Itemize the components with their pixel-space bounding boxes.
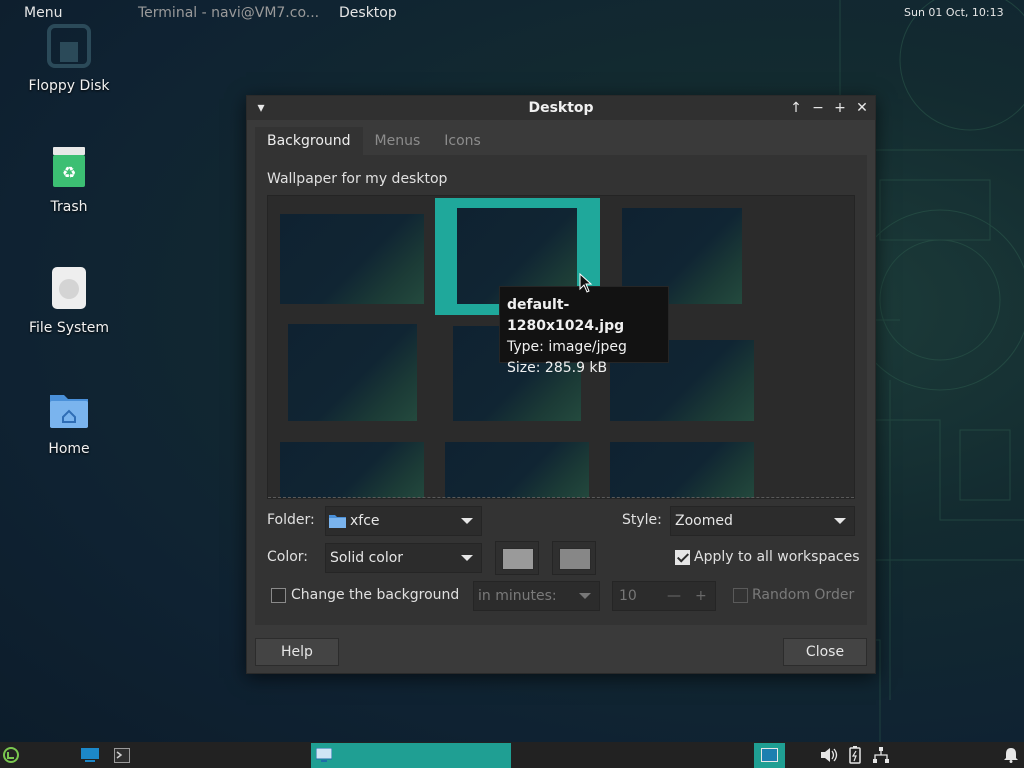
notification-bell-icon[interactable]: [1004, 747, 1018, 763]
chevron-down-icon: [834, 518, 846, 524]
terminal-icon: [114, 748, 130, 763]
help-button[interactable]: Help: [255, 638, 339, 666]
minimize-icon[interactable]: −: [808, 98, 828, 118]
interval-unit-value: in minutes:: [478, 588, 557, 604]
taskbar-item-desktop-active[interactable]: [311, 743, 511, 768]
network-icon[interactable]: [873, 747, 889, 763]
svg-text:♻: ♻: [62, 163, 76, 182]
apply-all-workspaces-label: Apply to all workspaces: [694, 549, 860, 565]
change-background-checkbox[interactable]: [271, 588, 286, 603]
interval-value: 10: [619, 588, 637, 604]
shade-up-icon[interactable]: ↑: [786, 98, 806, 118]
wallpaper-thumbnail[interactable]: [280, 214, 424, 304]
battery-icon[interactable]: [849, 746, 861, 764]
window-title: Desktop: [528, 100, 594, 116]
wallpaper-thumbnail[interactable]: [288, 324, 417, 421]
window-titlebar[interactable]: ▾ Desktop ↑ − + ✕: [247, 96, 875, 120]
gallery-divider: [268, 497, 854, 498]
interval-spinner[interactable]: 10 — +: [612, 581, 716, 611]
home-folder-icon: [50, 395, 88, 428]
volume-icon[interactable]: [820, 747, 838, 763]
chevron-down-icon: [579, 593, 591, 599]
desktop-settings-icon: [316, 748, 332, 762]
interval-unit-combo[interactable]: in minutes:: [473, 581, 600, 611]
taskbar-item-desktop[interactable]: Desktop: [339, 0, 397, 26]
folder-icon: [329, 515, 346, 528]
desktop-icon-floppy-disk[interactable]: Floppy Disk: [18, 24, 120, 94]
chevron-down-icon: [461, 555, 473, 561]
random-order-checkbox[interactable]: [733, 588, 748, 603]
desktop-icon-home[interactable]: Home: [18, 387, 120, 457]
tab-icons[interactable]: Icons: [432, 127, 493, 155]
desktop-icon-label: Trash: [50, 199, 88, 215]
random-order-label: Random Order: [752, 587, 855, 603]
taskbar: [0, 742, 1024, 768]
wallpaper-thumbnail[interactable]: [610, 442, 754, 498]
increment-icon[interactable]: +: [695, 582, 707, 610]
tab-background[interactable]: Background: [255, 127, 363, 155]
style-label: Style:: [622, 512, 662, 528]
tooltip-filename: default-1280x1024.jpg: [507, 297, 625, 334]
close-button[interactable]: Close: [783, 638, 867, 666]
show-desktop-icon[interactable]: [81, 748, 99, 762]
color-label: Color:: [267, 549, 309, 565]
folder-value: xfce: [350, 513, 380, 529]
style-combo[interactable]: Zoomed: [670, 506, 855, 536]
mint-menu-icon[interactable]: [3, 747, 19, 763]
taskbar-item-terminal[interactable]: Terminal - navi@VM7.co...: [138, 0, 319, 26]
primary-color-button[interactable]: [495, 541, 539, 575]
decrement-icon[interactable]: —: [667, 582, 681, 610]
color-style-combo[interactable]: Solid color: [325, 543, 482, 573]
tooltip-type: Type: image/jpeg: [507, 339, 627, 355]
color-style-value: Solid color: [330, 550, 404, 566]
desktop-icon-label: Floppy Disk: [28, 78, 110, 94]
desktop-icon-label: File System: [28, 320, 110, 336]
hard-drive-icon: [52, 267, 86, 309]
wallpaper-tooltip: default-1280x1024.jpg Type: image/jpeg S…: [499, 286, 669, 376]
trash-icon: ♻: [53, 147, 85, 187]
primary-color-swatch: [502, 548, 534, 570]
chevron-down-icon: [461, 518, 473, 524]
settings-tabs: Background Menus Icons: [255, 127, 493, 155]
mouse-cursor-icon: [579, 273, 593, 293]
desktop-icon-label: Home: [48, 441, 90, 457]
wallpaper-heading: Wallpaper for my desktop: [267, 171, 448, 187]
secondary-color-button[interactable]: [552, 541, 596, 575]
clock[interactable]: Sun 01 Oct, 10:13: [904, 0, 1004, 26]
desktop-icon-trash[interactable]: ♻ Trash: [18, 145, 120, 215]
close-icon[interactable]: ✕: [852, 98, 872, 118]
secondary-color-swatch: [559, 548, 591, 570]
workspace-switcher[interactable]: [754, 743, 785, 768]
tooltip-size: Size: 285.9 kB: [507, 360, 608, 376]
menu-button[interactable]: Menu: [24, 0, 62, 26]
tab-menus[interactable]: Menus: [363, 127, 433, 155]
apply-all-workspaces-checkbox[interactable]: [675, 550, 690, 565]
style-value: Zoomed: [675, 513, 733, 529]
wallpaper-thumbnail[interactable]: [280, 442, 424, 498]
change-background-label: Change the background: [291, 587, 460, 603]
wallpaper-thumbnail[interactable]: [445, 442, 589, 498]
floppy-disk-icon: [47, 24, 91, 68]
folder-label: Folder:: [267, 512, 315, 528]
folder-combo[interactable]: xfce: [325, 506, 482, 536]
maximize-icon[interactable]: +: [830, 98, 850, 118]
desktop-icon-file-system[interactable]: File System: [18, 266, 120, 336]
